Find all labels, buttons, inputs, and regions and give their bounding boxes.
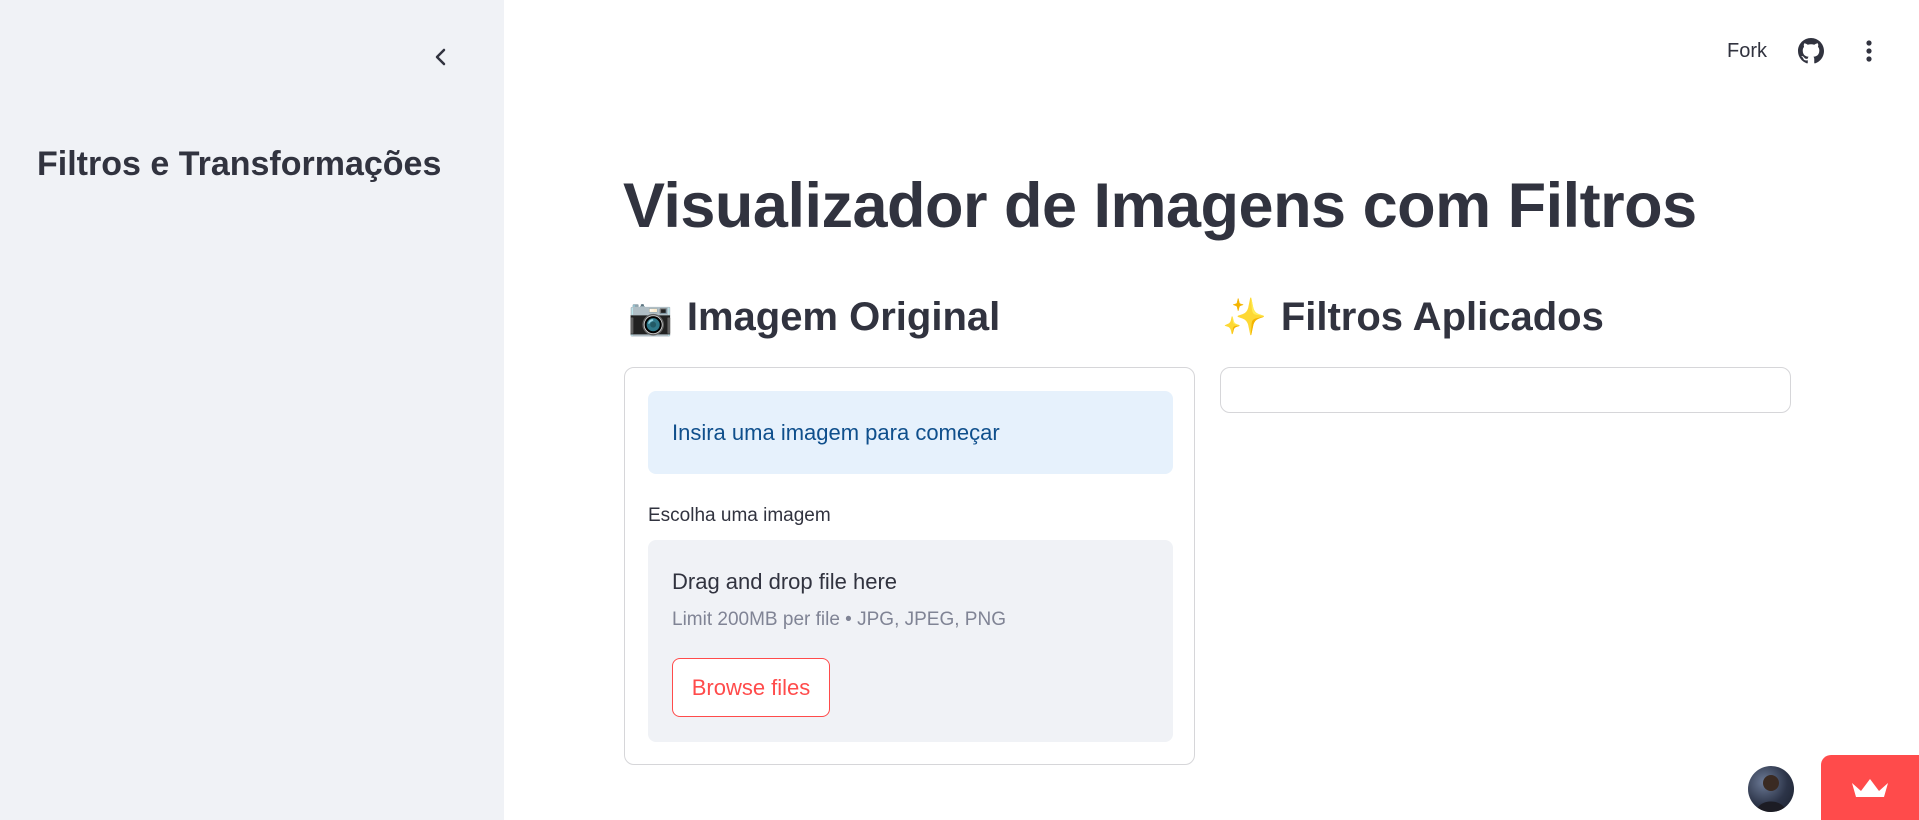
chevron-left-icon [435,48,446,66]
camera-icon: 📷 [628,296,673,337]
kebab-menu-icon[interactable] [1855,37,1883,65]
original-image-container: Insira uma imagem para começar Escolha u… [624,367,1195,765]
uploader-label: Escolha uma imagem [648,505,831,526]
dropzone-title: Drag and drop file here [672,569,898,594]
toolbar: Fork [1727,32,1883,70]
original-image-heading-text: Imagem Original [686,294,1001,339]
streamlit-badge[interactable] [1821,755,1919,820]
github-icon[interactable] [1797,37,1825,65]
original-image-heading: 📷 Imagem Original [628,292,1000,342]
sidebar-title: Filtros e Transformações [37,145,442,183]
applied-filters-container [1220,367,1791,413]
sidebar-collapse-button[interactable] [424,40,458,74]
page-title: Visualizador de Imagens com Filtros [623,171,1697,241]
applied-filters-heading-text: Filtros Aplicados [1280,294,1604,339]
avatar[interactable] [1748,766,1794,812]
sidebar: Filtros e Transformações [0,0,504,820]
applied-filters-heading: ✨ Filtros Aplicados [1222,292,1604,342]
file-dropzone[interactable]: Drag and drop file here Limit 200MB per … [648,540,1173,742]
dropzone-limit-text: Limit 200MB per file • JPG, JPEG, PNG [672,609,1006,630]
info-alert: Insira uma imagem para começar [648,391,1173,474]
browse-files-button[interactable]: Browse files [672,658,830,717]
fork-button[interactable]: Fork [1727,40,1767,63]
sparkles-icon: ✨ [1222,296,1267,337]
crown-icon [1852,778,1888,797]
